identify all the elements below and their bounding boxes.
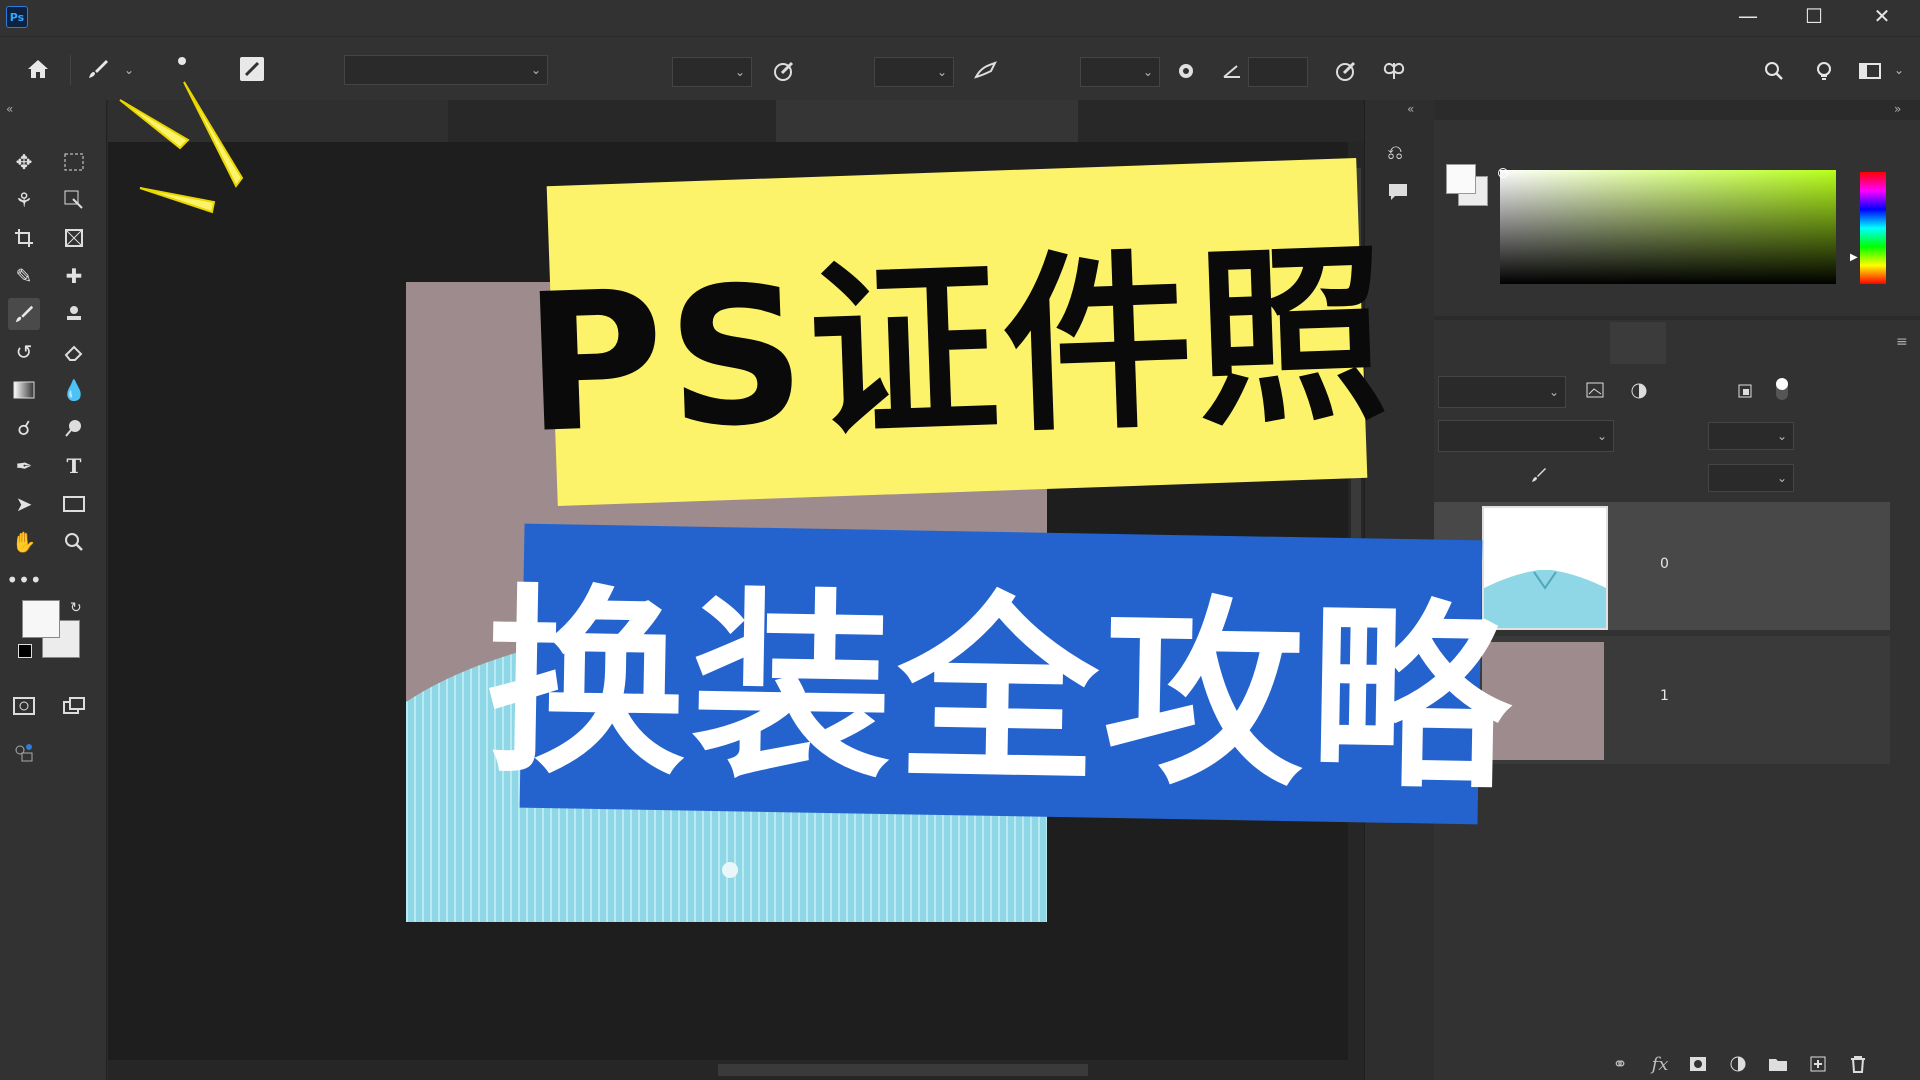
layer-fill-input[interactable]: ⌄ bbox=[1708, 464, 1794, 492]
quick-selection-tool-icon[interactable]: ⚘ bbox=[8, 184, 40, 216]
layers-bottom-bar: ⚭ fx bbox=[1434, 1050, 1920, 1080]
new-group-icon[interactable] bbox=[1764, 1050, 1792, 1078]
collapse-dock-icon[interactable]: « bbox=[1407, 102, 1414, 116]
angle-icon[interactable] bbox=[1214, 53, 1250, 89]
layer-opacity-input[interactable]: ⌄ bbox=[1708, 422, 1794, 450]
layers-panel-menu-icon[interactable]: ≡ bbox=[1896, 334, 1908, 350]
add-mask-icon[interactable] bbox=[1684, 1050, 1712, 1078]
crop-tool-icon[interactable] bbox=[8, 222, 40, 254]
horizontal-scrollbar[interactable] bbox=[108, 1060, 1364, 1080]
hand-tool-icon[interactable]: ✋ bbox=[8, 526, 40, 558]
layer-filter-dropdown[interactable]: ⌄ bbox=[1438, 376, 1566, 408]
type-tool-icon[interactable]: T bbox=[58, 450, 90, 482]
pressure-size-icon[interactable] bbox=[1328, 53, 1364, 89]
layer-name: 0 bbox=[1660, 556, 1669, 572]
horizontal-scroll-thumb[interactable] bbox=[718, 1064, 1088, 1076]
layer-name: 1 bbox=[1660, 688, 1669, 704]
zoom-tool-icon[interactable] bbox=[58, 526, 90, 558]
dodge-tool-icon[interactable]: ☌ bbox=[8, 412, 40, 444]
filter-smart-object-icon[interactable] bbox=[1736, 382, 1754, 404]
photoshop-logo-icon[interactable]: Ps bbox=[6, 6, 28, 28]
comments-panel-icon[interactable] bbox=[1387, 182, 1409, 206]
quick-mask-icon[interactable] bbox=[8, 690, 40, 722]
title-banner-blue: 换装全攻略 bbox=[484, 523, 1518, 825]
edit-toolbar-icon[interactable] bbox=[8, 736, 40, 768]
opacity-dropdown[interactable]: ⌄ bbox=[672, 57, 752, 87]
minimize-button[interactable]: — bbox=[1720, 0, 1776, 32]
clone-stamp-tool-icon[interactable] bbox=[58, 298, 90, 330]
new-layer-icon[interactable] bbox=[1804, 1050, 1832, 1078]
color-picker-handle[interactable] bbox=[1498, 168, 1508, 178]
move-tool-icon[interactable]: ✥ bbox=[8, 146, 40, 178]
blend-mode-dropdown[interactable]: ⌄ bbox=[1438, 420, 1614, 452]
history-brush-tool-icon[interactable]: ↺ bbox=[8, 336, 40, 368]
gear-icon[interactable] bbox=[1168, 53, 1204, 89]
brush-tool-icon[interactable] bbox=[8, 298, 40, 330]
object-selection-tool-icon[interactable] bbox=[58, 184, 90, 216]
collapse-toolbox-icon[interactable]: « bbox=[6, 102, 13, 116]
screen-mode-icon[interactable] bbox=[58, 690, 90, 722]
home-icon[interactable] bbox=[20, 51, 56, 87]
eraser-tool-icon[interactable] bbox=[58, 336, 90, 368]
gradient-tool-icon[interactable] bbox=[8, 374, 40, 406]
history-panel-icon[interactable]: ⎌ bbox=[1387, 140, 1403, 164]
eyedropper-tool-icon[interactable]: ✎ bbox=[8, 260, 40, 292]
light-bulb-icon[interactable] bbox=[1806, 53, 1842, 89]
flow-dropdown[interactable]: ⌄ bbox=[874, 57, 954, 87]
rectangle-tool-icon[interactable] bbox=[58, 488, 90, 520]
workspace-icon[interactable] bbox=[1852, 53, 1888, 89]
more-tools-icon[interactable]: ••• bbox=[6, 564, 41, 596]
adjustment-layer-icon[interactable] bbox=[1724, 1050, 1752, 1078]
panel-foreground-swatch[interactable] bbox=[1446, 164, 1476, 194]
hue-slider-handle-icon[interactable]: ▶ bbox=[1850, 252, 1858, 263]
fx-icon[interactable]: fx bbox=[1646, 1050, 1674, 1078]
maximize-button[interactable]: ☐ bbox=[1786, 0, 1842, 32]
color-field[interactable] bbox=[1500, 170, 1836, 284]
blur-tool-icon[interactable]: 💧 bbox=[58, 374, 90, 406]
swap-colors-icon[interactable]: ↻ bbox=[70, 600, 82, 616]
link-layers-icon[interactable]: ⚭ bbox=[1606, 1050, 1634, 1078]
pressure-opacity-icon[interactable] bbox=[766, 53, 802, 89]
title-line-2: 换装全攻略 bbox=[483, 567, 1518, 818]
filter-adjustment-icon[interactable] bbox=[1630, 382, 1648, 404]
mode-dropdown[interactable]: ⌄ bbox=[344, 55, 548, 85]
path-selection-tool-icon[interactable]: ➤ bbox=[8, 488, 40, 520]
close-button[interactable]: ✕ bbox=[1854, 0, 1910, 32]
pen-tool-icon[interactable]: ✒ bbox=[8, 450, 40, 482]
document-tab-strip bbox=[108, 100, 1364, 143]
layers-tab[interactable] bbox=[1610, 322, 1666, 364]
search-icon[interactable] bbox=[1756, 53, 1792, 89]
document-tab-active[interactable] bbox=[776, 100, 1078, 142]
marquee-tool-icon[interactable] bbox=[58, 146, 90, 178]
lock-brush-icon[interactable] bbox=[1530, 466, 1548, 488]
symmetry-butterfly-icon[interactable] bbox=[1376, 53, 1412, 89]
filter-toggle[interactable] bbox=[1776, 378, 1788, 400]
workspace-chevron-icon[interactable]: ⌄ bbox=[1894, 63, 1904, 77]
toolbox: « ✥ ⚘ ✎ ✚ ↺ 💧 ☌ ✒ T ➤ ✋ ••• ↻ bbox=[0, 100, 107, 1080]
title-banner-yellow: PS证件照 bbox=[521, 157, 1394, 507]
burst-decoration bbox=[110, 60, 250, 220]
hue-slider[interactable] bbox=[1860, 172, 1886, 284]
divider bbox=[70, 55, 71, 85]
title-bar: Ps — ☐ ✕ bbox=[0, 0, 1920, 36]
options-bar: ⌄ ⌄ ⌄ ⌄ ⌄ ⌄ bbox=[0, 36, 1920, 102]
title-line-1: PS证件照 bbox=[520, 223, 1395, 475]
color-panel: ▶ bbox=[1434, 120, 1920, 316]
trash-icon[interactable] bbox=[1844, 1050, 1872, 1078]
smoothing-dropdown[interactable]: ⌄ bbox=[1080, 57, 1160, 87]
angle-input[interactable] bbox=[1248, 57, 1308, 87]
healing-brush-tool-icon[interactable]: ✚ bbox=[58, 260, 90, 292]
foreground-color-swatch[interactable] bbox=[22, 600, 60, 638]
airbrush-icon[interactable] bbox=[968, 53, 1004, 89]
default-colors-icon[interactable] bbox=[18, 644, 32, 658]
frame-tool-icon[interactable] bbox=[58, 222, 90, 254]
sponge-tool-icon[interactable] bbox=[58, 412, 90, 444]
filter-image-icon[interactable] bbox=[1586, 382, 1604, 402]
expand-panels-icon[interactable]: » bbox=[1894, 102, 1901, 116]
